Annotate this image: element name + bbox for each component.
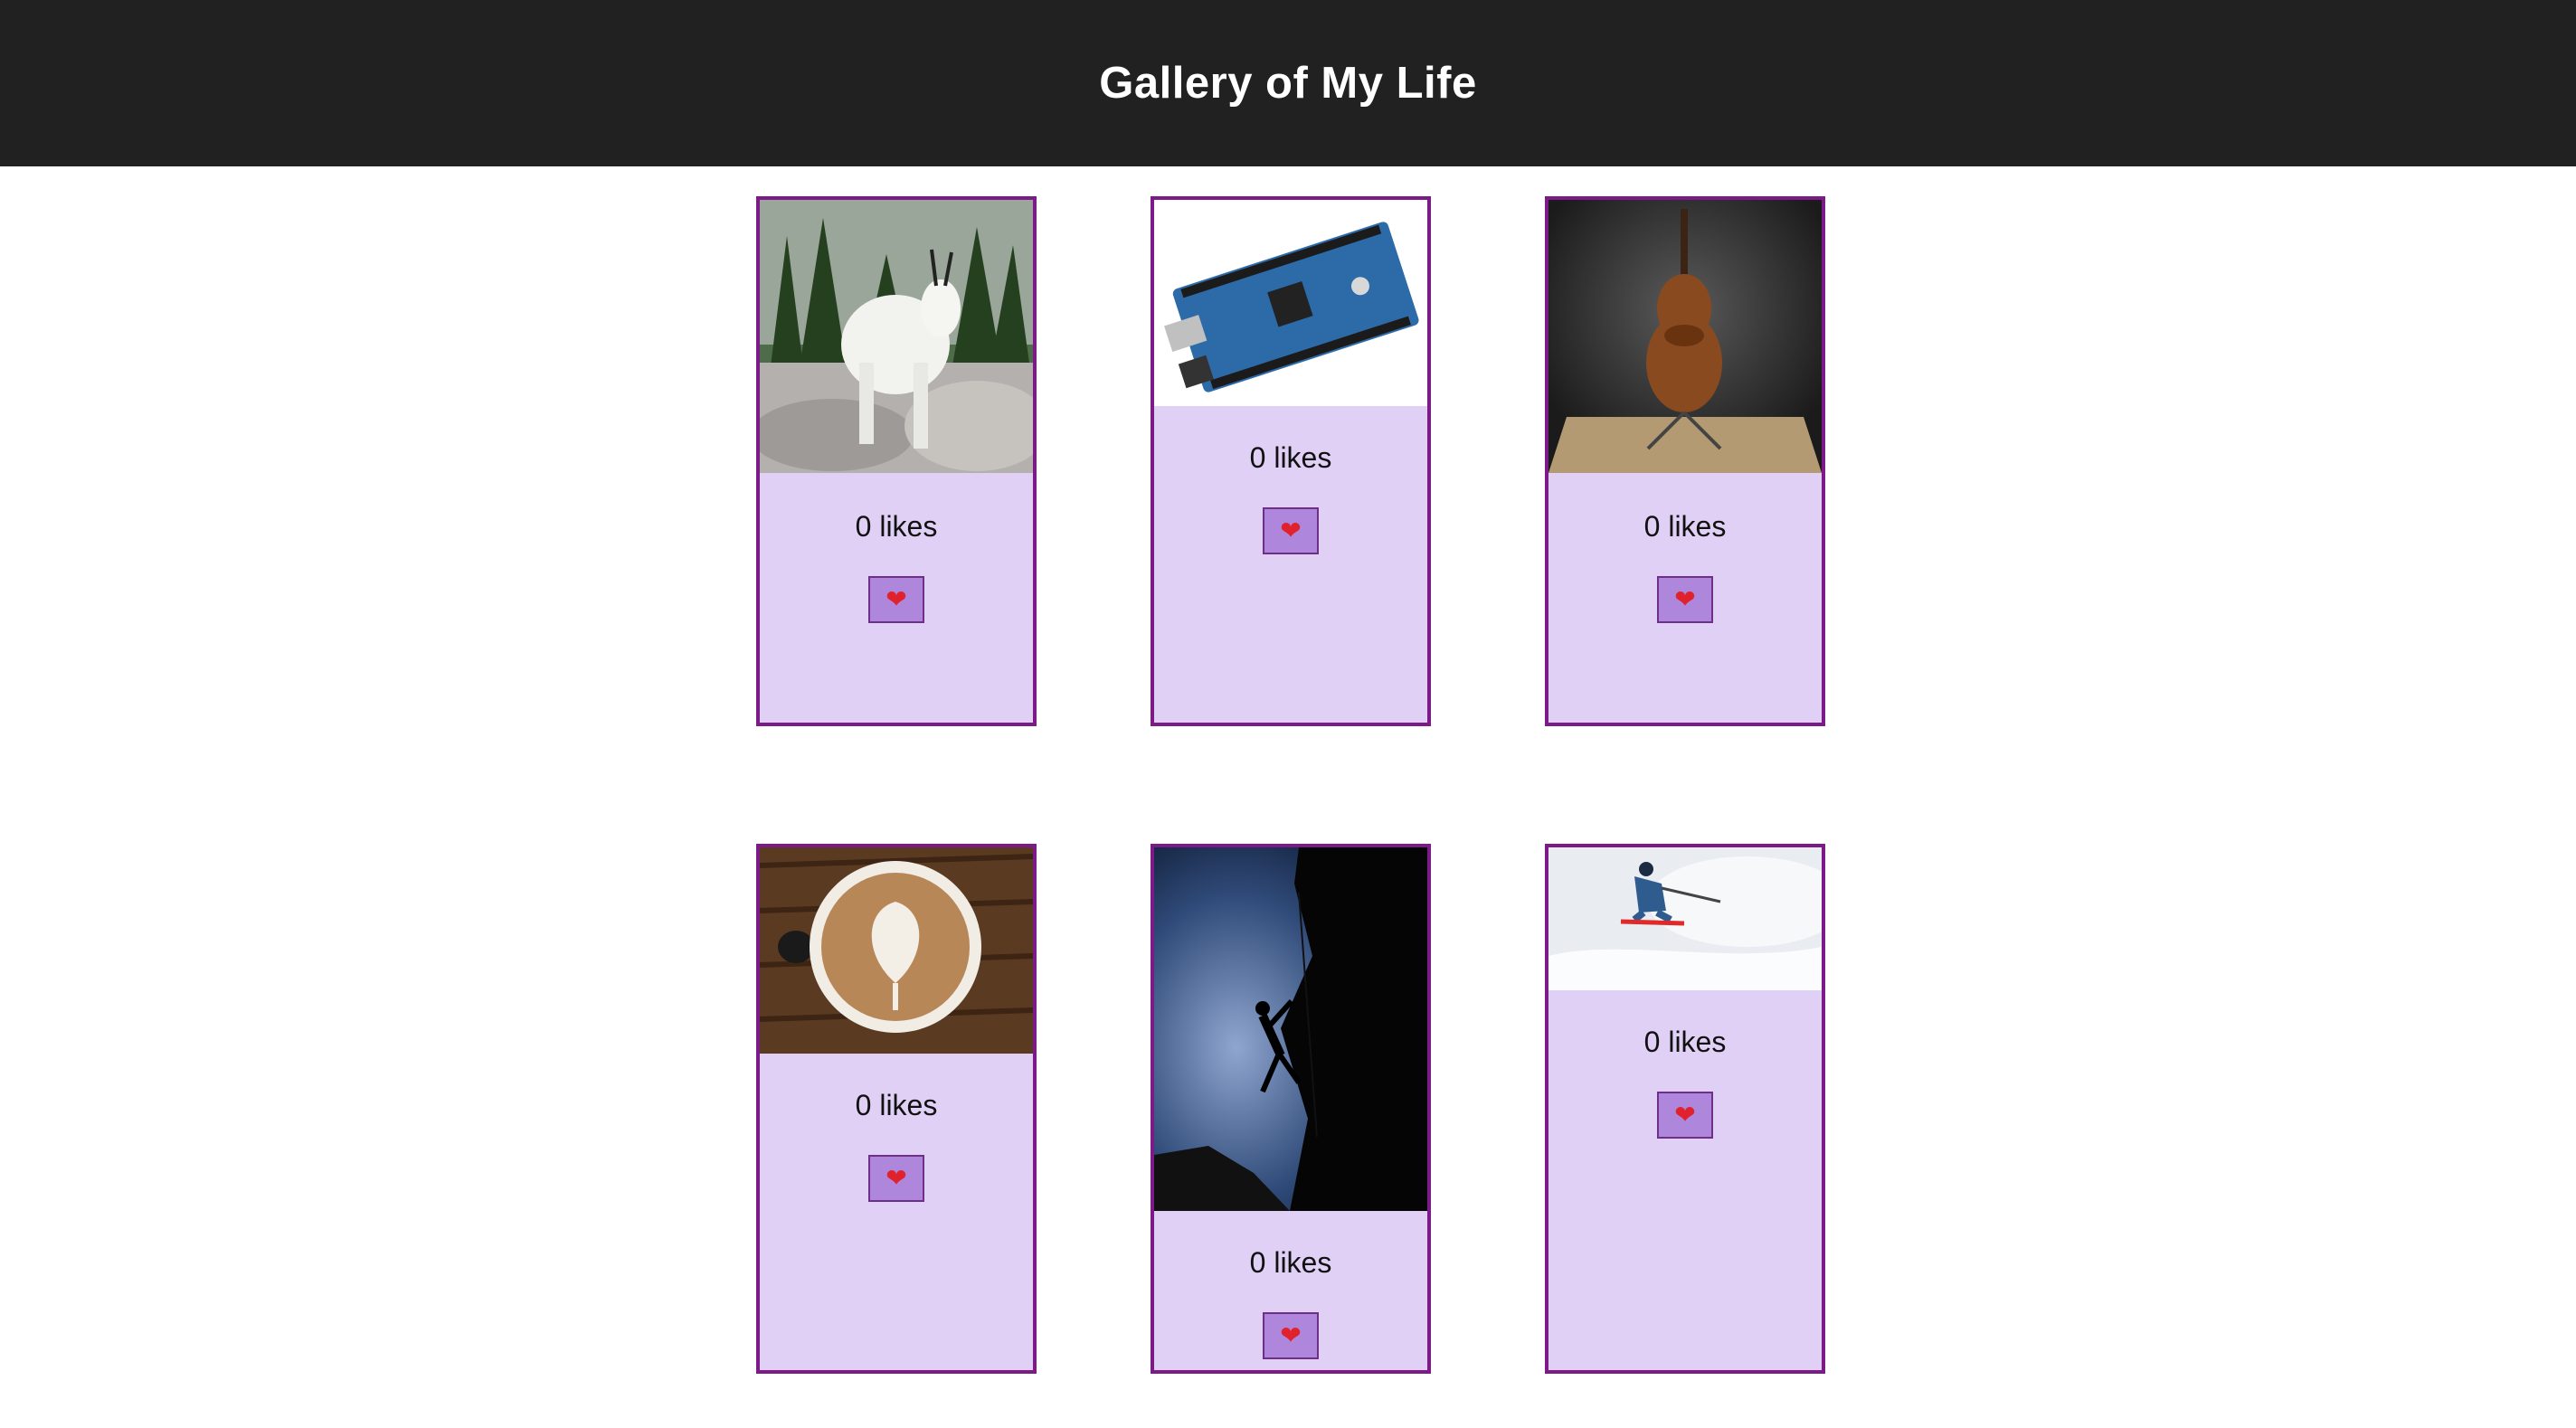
arduino-board-photo [1154,200,1427,406]
heart-icon: ❤ [886,585,907,613]
like-button[interactable]: ❤ [868,576,924,623]
like-button[interactable]: ❤ [1657,576,1713,623]
page-title: Gallery of My Life [1099,59,1477,108]
heart-icon: ❤ [1280,1321,1302,1349]
gallery-card-goat: 0 likes ❤ [756,196,1037,726]
heart-icon: ❤ [1674,585,1696,613]
mountain-goat-photo [760,200,1033,473]
like-button[interactable]: ❤ [868,1155,924,1202]
likes-count: 0 likes [1643,1026,1727,1058]
gallery-card-skier: 0 likes ❤ [1545,844,1825,1374]
likes-count: 0 likes [855,1089,938,1121]
like-button[interactable]: ❤ [1263,507,1319,554]
skier-photo [1548,847,1822,990]
heart-icon: ❤ [886,1164,907,1192]
gallery-card-cello: 0 likes ❤ [1545,196,1825,726]
likes-count: 0 likes [1643,510,1727,543]
likes-count: 0 likes [855,510,938,543]
latte-art-photo [760,847,1033,1054]
gallery-card-latte: 0 likes ❤ [756,844,1037,1374]
page-header: Gallery of My Life [0,0,2576,166]
likes-count: 0 likes [1249,1246,1332,1279]
like-button[interactable]: ❤ [1263,1312,1319,1359]
likes-count: 0 likes [1249,441,1332,474]
gallery-card-climber: 0 likes ❤ [1151,844,1431,1374]
gallery-card-arduino: 0 likes ❤ [1151,196,1431,726]
heart-icon: ❤ [1280,516,1302,544]
cello-photo [1548,200,1822,473]
rock-climber-photo [1154,847,1427,1211]
like-button[interactable]: ❤ [1657,1092,1713,1139]
heart-icon: ❤ [1674,1101,1696,1129]
